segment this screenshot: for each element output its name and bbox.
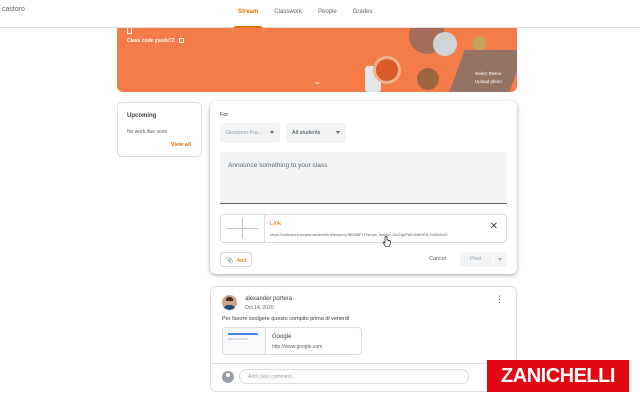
commenter-avatar	[222, 371, 234, 383]
cancel-button[interactable]: Cancel	[429, 256, 446, 262]
post-link-title: Google	[272, 334, 292, 340]
post-body: Per favore svolgere questo compito prima…	[222, 316, 350, 322]
post-date: Oct 14, 2020	[245, 305, 274, 311]
banner-illustration	[373, 56, 401, 84]
post-link-attachment[interactable]: Google http://www.google.com	[222, 327, 362, 355]
tab-classwork[interactable]: Classwork	[266, 0, 310, 28]
caret-down-icon	[336, 131, 340, 134]
class-banner: Class code yux4x72 ⌄ Select theme Upload…	[117, 28, 517, 92]
class-code-label: Class code	[127, 38, 154, 44]
chevron-down-icon[interactable]: ⌄	[313, 77, 322, 86]
avatar	[222, 295, 237, 310]
post-options-button[interactable]	[494, 252, 507, 267]
theme-links: Select theme Upload photo	[475, 70, 502, 86]
banner-illustration	[433, 32, 457, 56]
tab-stream[interactable]: Stream	[230, 0, 266, 28]
tab-grades[interactable]: Grades	[345, 0, 381, 28]
divider	[211, 363, 516, 364]
zanichelli-logo: ZANICHELLI	[487, 360, 629, 392]
upload-photo-link[interactable]: Upload photo	[475, 78, 502, 86]
course-select[interactable]: Girolamo Fra...	[220, 123, 280, 143]
announcement-placeholder: Announce something to your class	[228, 162, 328, 169]
announcement-input[interactable]: Announce something to your class	[220, 152, 507, 204]
banner-mark	[127, 28, 132, 34]
stream-post: alexander portera Oct 14, 2020 ⋮ Per fav…	[210, 286, 517, 392]
close-icon[interactable]: ✕	[490, 221, 498, 232]
hand-cursor-icon	[382, 236, 391, 247]
more-vert-icon[interactable]: ⋮	[495, 295, 504, 304]
select-theme-link[interactable]: Select theme	[475, 70, 502, 78]
course-select-value: Girolamo Fra...	[226, 130, 263, 136]
class-name[interactable]: castoro	[2, 6, 25, 13]
students-select[interactable]: All students	[286, 123, 346, 143]
class-comment-input[interactable]: Add class comment...	[239, 369, 469, 384]
add-button[interactable]: 📎 Add	[220, 252, 252, 267]
view-all-link[interactable]: View all	[171, 142, 191, 148]
post-link-url: http://www.google.com	[272, 344, 323, 350]
for-label: For	[220, 112, 229, 118]
fullscreen-icon[interactable]	[178, 38, 184, 44]
top-bar: castoro Stream Classwork People Grades	[0, 0, 640, 28]
paperclip-icon: 📎	[226, 258, 234, 264]
post-button[interactable]: Post	[460, 252, 493, 267]
caret-down-icon	[270, 131, 274, 134]
tab-people[interactable]: People	[310, 0, 345, 28]
no-work-text: No work due soon	[127, 129, 168, 135]
announce-card: For Girolamo Fra... All students Announc…	[210, 101, 517, 274]
add-label: Add	[236, 258, 247, 264]
upcoming-card: Upcoming No work due soon View all	[117, 102, 202, 157]
students-select-value: All students	[292, 130, 321, 136]
banner-illustration	[417, 68, 439, 90]
upcoming-title: Upcoming	[127, 113, 157, 119]
link-thumbnail	[223, 328, 266, 354]
banner-illustration	[472, 36, 486, 50]
attachment-title[interactable]: Link	[270, 221, 281, 227]
class-code-row: Class code yux4x72	[127, 38, 184, 44]
attachment-url: https://collezioni.scuola.zanichelli.it/…	[270, 232, 448, 237]
post-author: alexander portera	[245, 296, 293, 302]
tab-bar: Stream Classwork People Grades	[230, 0, 380, 28]
link-attachment[interactable]: Link https://collezioni.scuola.zanichell…	[220, 214, 507, 243]
link-thumbnail	[221, 215, 265, 242]
class-code-value: yux4x72	[154, 38, 175, 44]
